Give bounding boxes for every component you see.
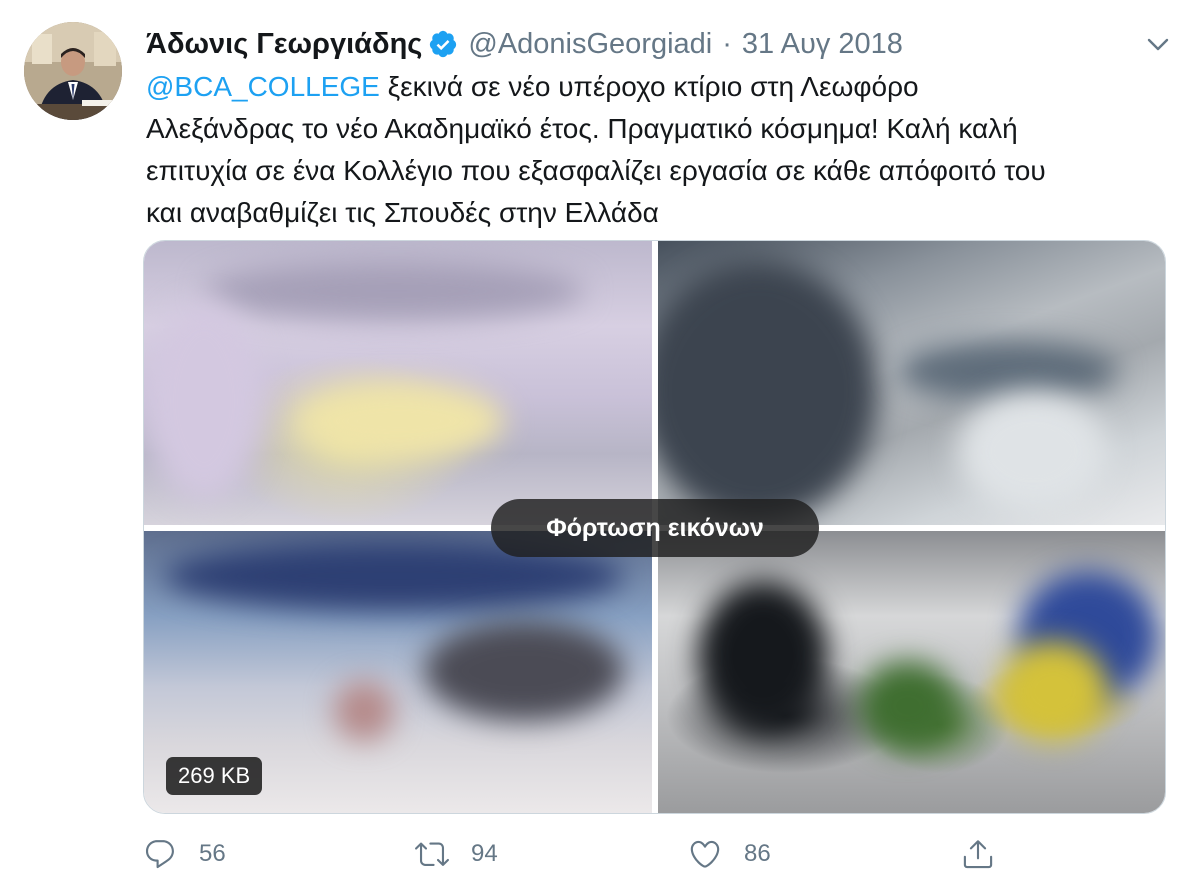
blur-shape — [858, 661, 958, 751]
avatar-photo — [24, 22, 122, 120]
load-images-button[interactable]: Φόρτωση εικόνων — [491, 499, 819, 557]
share-button[interactable] — [961, 834, 995, 874]
separator-dot: · — [722, 27, 732, 60]
tweet-text-line: @BCA_COLLEGE ξεκινά σε νέο υπέροχο κτίρι… — [146, 66, 1156, 108]
media-grid[interactable]: Φόρτωση εικόνων 269 KB — [143, 240, 1166, 814]
blur-shape — [958, 391, 1108, 511]
author-name[interactable]: Άδωνις Γεωργιάδης — [146, 28, 422, 61]
blur-shape — [424, 621, 624, 721]
blur-shape — [998, 641, 1108, 741]
reply-button[interactable]: 56 — [143, 834, 226, 874]
blur-shape — [658, 261, 878, 521]
media-image-4[interactable] — [658, 531, 1165, 813]
blur-shape — [898, 341, 1118, 401]
blur-shape — [334, 681, 394, 741]
tweet-date[interactable]: 31 Αυγ 2018 — [742, 28, 903, 61]
blur-shape — [204, 261, 584, 321]
verified-badge-icon — [428, 29, 458, 59]
tweet-text-line: Αλεξάνδρας το νέο Ακαδημαϊκό έτος. Πραγμ… — [146, 113, 1018, 144]
retweet-icon — [415, 842, 449, 866]
tweet-text: @BCA_COLLEGE ξεκινά σε νέο υπέροχο κτίρι… — [146, 66, 1156, 234]
retweet-button[interactable]: 94 — [415, 834, 498, 874]
author-handle[interactable]: @AdonisGeorgiadi — [468, 28, 712, 61]
heart-icon — [690, 840, 720, 868]
blur-shape — [698, 581, 828, 731]
share-upload-icon — [963, 840, 993, 869]
like-button[interactable]: 86 — [688, 834, 771, 874]
blur-shape — [294, 381, 504, 461]
chevron-down-icon[interactable] — [1144, 30, 1172, 58]
tweet-text-line: επιτυχία σε ένα Κολλέγιο που εξασφαλίζει… — [146, 155, 1046, 186]
mention-link[interactable]: @BCA_COLLEGE — [146, 71, 380, 102]
tweet-header: Άδωνις Γεωργιάδης @AdonisGeorgiadi · 31 … — [146, 24, 903, 64]
media-image-1[interactable] — [144, 241, 652, 525]
media-image-2[interactable] — [658, 241, 1165, 525]
media-size-badge: 269 KB — [166, 757, 263, 795]
tweet-text-segment: ξεκινά σε νέο υπέροχο κτίριο στη Λεωφόρο — [379, 71, 919, 102]
reply-count: 56 — [199, 840, 226, 867]
tweet-card: Άδωνις Γεωργιάδης @AdonisGeorgiadi · 31 … — [0, 0, 1200, 887]
blur-shape — [144, 301, 264, 501]
avatar[interactable] — [24, 22, 122, 120]
reply-bubble-icon — [145, 840, 174, 869]
tweet-text-line: και αναβαθμίζει τις Σπουδές στην Ελλάδα — [146, 197, 659, 228]
like-count: 86 — [744, 840, 771, 867]
action-bar: 56 94 86 — [143, 834, 1003, 874]
retweet-count: 94 — [471, 840, 498, 867]
